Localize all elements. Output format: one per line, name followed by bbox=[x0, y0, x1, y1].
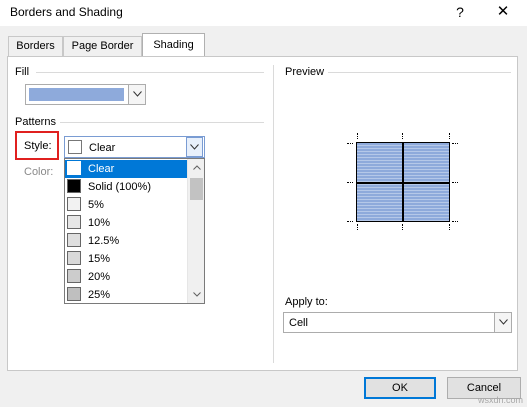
preview-tick bbox=[452, 182, 458, 183]
fill-section-label: Fill bbox=[15, 66, 30, 78]
option-label: 25% bbox=[88, 289, 111, 301]
dropdown-option[interactable]: Clear bbox=[65, 160, 187, 178]
patterns-divider bbox=[60, 122, 264, 123]
option-label: Solid (100%) bbox=[88, 181, 151, 193]
style-dropdown[interactable]: Clear bbox=[64, 136, 205, 158]
cancel-button-label: Cancel bbox=[466, 382, 502, 394]
help-button[interactable]: ? bbox=[448, 2, 472, 22]
scroll-down-icon[interactable] bbox=[188, 286, 205, 303]
patterns-section-label: Patterns bbox=[15, 116, 56, 128]
preview-divider bbox=[328, 72, 511, 73]
ok-button-label: OK bbox=[392, 382, 408, 394]
apply-to-dropdown[interactable]: Cell bbox=[283, 312, 512, 333]
option-swatch bbox=[67, 215, 81, 229]
preview-horizontal-border bbox=[357, 182, 449, 184]
fill-color-swatch bbox=[29, 88, 124, 101]
fill-divider bbox=[36, 72, 264, 73]
dropdown-option[interactable]: 12.5% bbox=[65, 232, 187, 250]
preview-tick bbox=[357, 224, 358, 230]
option-label: 12.5% bbox=[88, 235, 120, 247]
chevron-down-icon[interactable] bbox=[494, 313, 511, 332]
window-title: Borders and Shading bbox=[10, 5, 123, 19]
tab-borders[interactable]: Borders bbox=[8, 36, 63, 56]
dropdown-option[interactable]: 10% bbox=[65, 214, 187, 232]
tab-page-border-label: Page Border bbox=[71, 40, 134, 52]
scroll-thumb[interactable] bbox=[190, 178, 203, 200]
preview-tick bbox=[357, 133, 358, 139]
dropdown-scrollbar[interactable] bbox=[187, 159, 204, 303]
tab-borders-label: Borders bbox=[16, 40, 55, 52]
tab-shading[interactable]: Shading bbox=[142, 33, 205, 57]
preview-tick bbox=[347, 221, 353, 222]
option-label: 10% bbox=[88, 217, 111, 229]
fill-color-dropdown[interactable] bbox=[25, 84, 146, 105]
watermark: wsxdn.com bbox=[477, 395, 523, 405]
color-label: Color: bbox=[24, 166, 54, 178]
title-bar: Borders and Shading ? ✕ bbox=[0, 0, 527, 26]
option-swatch bbox=[67, 161, 81, 175]
dropdown-option[interactable]: 15% bbox=[65, 250, 187, 268]
dropdown-option[interactable]: 20% bbox=[65, 268, 187, 286]
option-label: 20% bbox=[88, 271, 111, 283]
option-label: 5% bbox=[88, 199, 104, 211]
preview-tick bbox=[347, 182, 353, 183]
ok-button[interactable]: OK bbox=[364, 377, 436, 399]
preview-table bbox=[356, 142, 450, 222]
option-swatch bbox=[67, 233, 81, 247]
close-button[interactable]: ✕ bbox=[490, 2, 516, 22]
preview-tick bbox=[402, 133, 403, 139]
chevron-down-icon[interactable] bbox=[128, 85, 145, 104]
style-value: Clear bbox=[89, 142, 116, 154]
preview-label: Preview bbox=[285, 66, 325, 78]
option-label: Clear bbox=[88, 163, 115, 175]
preview-tick bbox=[452, 221, 458, 222]
style-dropdown-list[interactable]: Clear Solid (100%) 5% 10% 12.5% 15% 20% … bbox=[64, 158, 205, 304]
apply-to-value: Cell bbox=[289, 317, 308, 329]
option-swatch bbox=[67, 197, 81, 211]
option-swatch bbox=[67, 179, 81, 193]
preview-tick bbox=[449, 133, 450, 139]
option-swatch bbox=[67, 287, 81, 301]
chevron-down-icon[interactable] bbox=[186, 137, 203, 157]
dropdown-option[interactable]: 5% bbox=[65, 196, 187, 214]
section-divider bbox=[273, 65, 274, 363]
preview-tick bbox=[402, 224, 403, 230]
tab-page-border[interactable]: Page Border bbox=[63, 36, 142, 56]
apply-to-label: Apply to: bbox=[285, 296, 328, 308]
option-swatch bbox=[67, 269, 81, 283]
dropdown-option[interactable]: 25% bbox=[65, 286, 187, 304]
preview-tick bbox=[452, 143, 458, 144]
scroll-up-icon[interactable] bbox=[188, 159, 205, 176]
style-label: Style: bbox=[24, 140, 52, 152]
style-swatch bbox=[68, 140, 82, 154]
tab-shading-label: Shading bbox=[153, 39, 194, 51]
option-label: 15% bbox=[88, 253, 111, 265]
option-swatch bbox=[67, 251, 81, 265]
preview-tick bbox=[449, 224, 450, 230]
dropdown-option[interactable]: Solid (100%) bbox=[65, 178, 187, 196]
preview-tick bbox=[347, 143, 353, 144]
